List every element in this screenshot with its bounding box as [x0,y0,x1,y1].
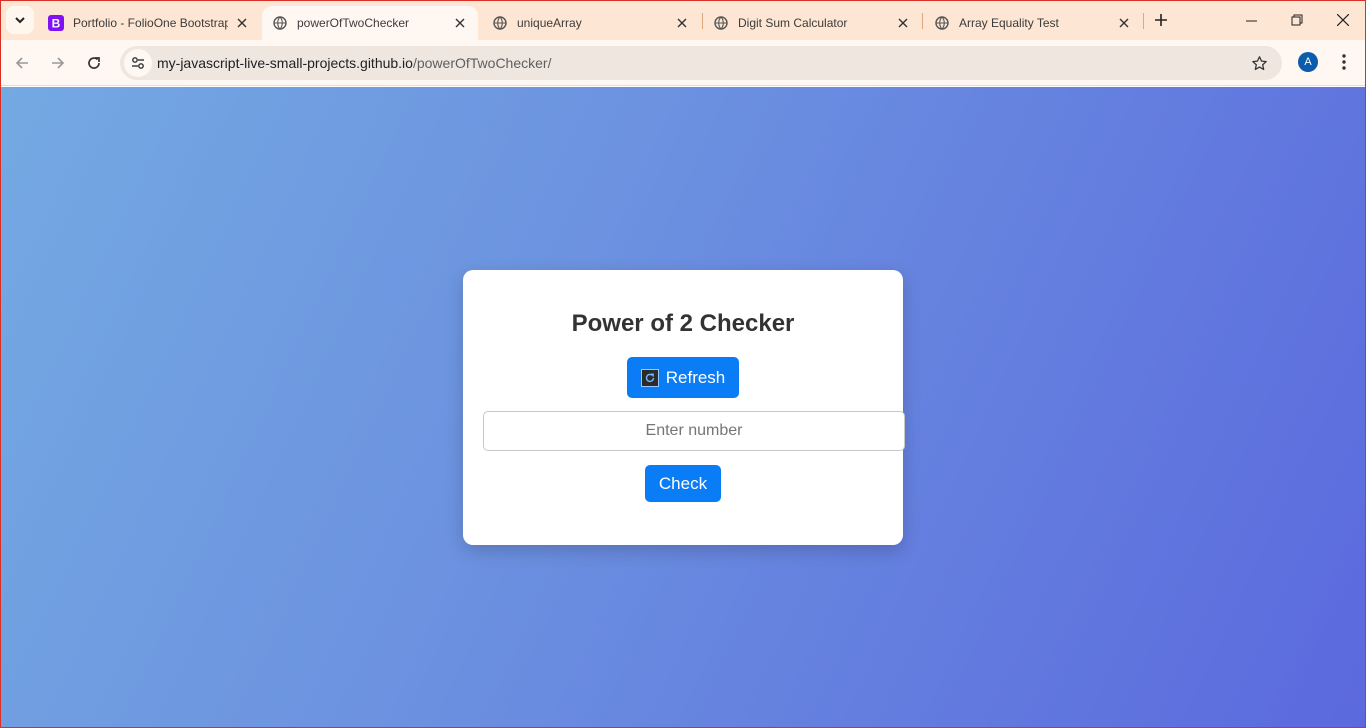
tab-title: powerOfTwoChecker [297,16,410,30]
bookmark-star-button[interactable] [1250,54,1268,72]
page-background: Power of 2 Checker Refresh Check [0,87,1366,728]
more-vertical-icon [1342,54,1346,70]
refresh-label: Refresh [665,367,726,387]
new-tab-button[interactable] [1150,8,1172,32]
refresh-button[interactable]: Refresh [627,357,739,398]
tab-array-equality-test[interactable]: Array Equality Test [924,6,1142,40]
close-icon [1337,14,1349,26]
close-icon[interactable] [674,15,690,31]
address-bar[interactable]: my-javascript-live-small-projects.github… [120,46,1282,80]
profile-avatar[interactable]: A [1298,52,1318,72]
tab-title: Portfolio - FolioOne Bootstrap [73,16,228,30]
refresh-icon [640,368,659,387]
tab-power-of-two-checker[interactable]: powerOfTwoChecker [262,6,478,40]
url-host: my-javascript-live-small-projects.github… [157,55,413,71]
tab-separator [922,13,923,29]
globe-icon [492,15,508,31]
tab-title: uniqueArray [517,16,582,30]
star-icon [1251,55,1267,70]
number-input[interactable] [483,411,905,451]
reload-button[interactable] [80,49,108,77]
site-info-button[interactable] [124,49,152,77]
checker-card: Power of 2 Checker Refresh Check [463,270,905,545]
chevron-down-icon [15,17,25,24]
browser-menu-button[interactable] [1334,51,1354,73]
url-path: /powerOfTwoChecker/ [412,55,552,71]
tab-unique-array[interactable]: uniqueArray [482,6,700,40]
tab-separator [1143,13,1144,29]
restore-button[interactable] [1274,0,1320,40]
tab-strip: B Portfolio - FolioOne Bootstrap powerOf… [0,0,1366,40]
tab-portfolio[interactable]: B Portfolio - FolioOne Bootstrap [38,6,260,40]
close-icon[interactable] [1116,15,1132,31]
close-window-button[interactable] [1320,0,1366,40]
tab-digit-sum-calculator[interactable]: Digit Sum Calculator [703,6,921,40]
svg-text:B: B [52,17,61,31]
tune-icon [132,57,144,69]
close-icon[interactable] [895,15,911,31]
globe-icon [272,15,288,31]
check-button[interactable]: Check [645,465,721,502]
bootstrap-icon: B [48,15,64,31]
globe-icon [934,15,950,31]
tab-title: Array Equality Test [959,16,1059,30]
back-button[interactable] [8,49,36,77]
arrow-right-icon [52,57,65,69]
tab-search-button[interactable] [6,6,34,34]
tab-title: Digit Sum Calculator [738,16,848,30]
reload-icon [88,57,100,69]
url-text: my-javascript-live-small-projects.github… [157,55,551,71]
restore-icon [1291,14,1303,26]
close-icon[interactable] [234,15,250,31]
plus-icon [1155,14,1167,26]
minimize-button[interactable] [1228,0,1274,40]
page-title: Power of 2 Checker [571,310,795,337]
arrow-left-icon [15,57,28,69]
forward-button[interactable] [44,49,72,77]
close-icon[interactable] [452,15,468,31]
browser-toolbar: my-javascript-live-small-projects.github… [0,40,1366,86]
globe-icon [713,15,729,31]
minimize-icon [1245,20,1257,21]
